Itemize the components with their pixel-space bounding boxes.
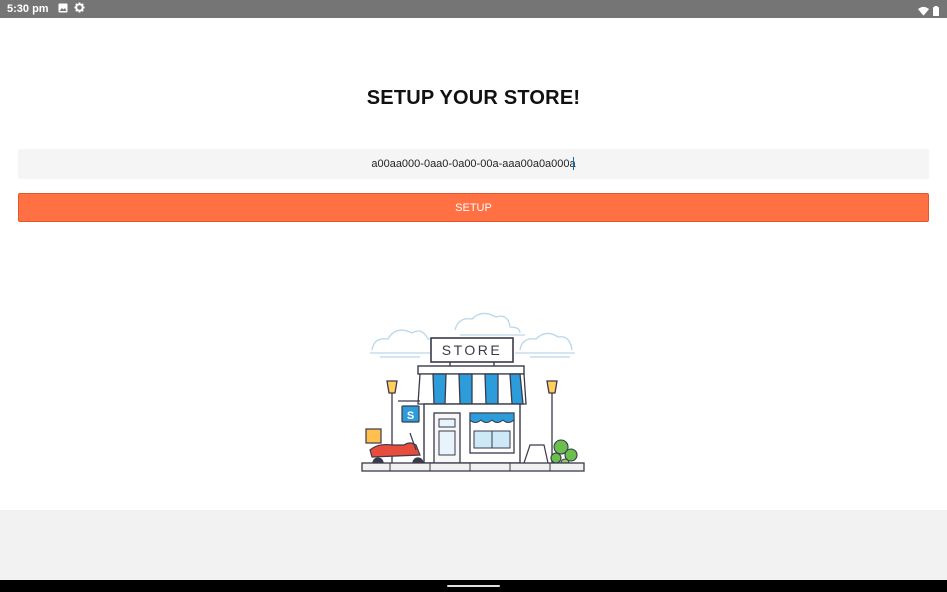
store-badge-letter: S <box>407 410 414 422</box>
setup-button[interactable]: SETUP <box>18 193 929 222</box>
status-time: 5:30 pm <box>7 3 49 15</box>
navigation-bar <box>0 580 947 592</box>
battery-icon <box>933 3 939 21</box>
status-bar: 5:30 pm <box>0 0 947 18</box>
text-cursor <box>573 157 574 170</box>
image-icon <box>58 0 68 18</box>
wifi-icon <box>918 3 929 21</box>
store-id-field[interactable] <box>18 149 929 179</box>
scooter-icon <box>365 428 424 469</box>
gear-icon <box>74 0 85 18</box>
home-handle[interactable] <box>447 585 500 587</box>
store-id-input[interactable] <box>18 149 929 179</box>
bottom-area <box>0 510 947 580</box>
storefront-illustration: STORE S <box>360 305 590 480</box>
page-title: SETUP YOUR STORE! <box>366 87 581 109</box>
status-icons-right <box>918 3 939 21</box>
store-sign-text: STORE <box>442 342 502 358</box>
status-icons-left <box>58 0 85 18</box>
